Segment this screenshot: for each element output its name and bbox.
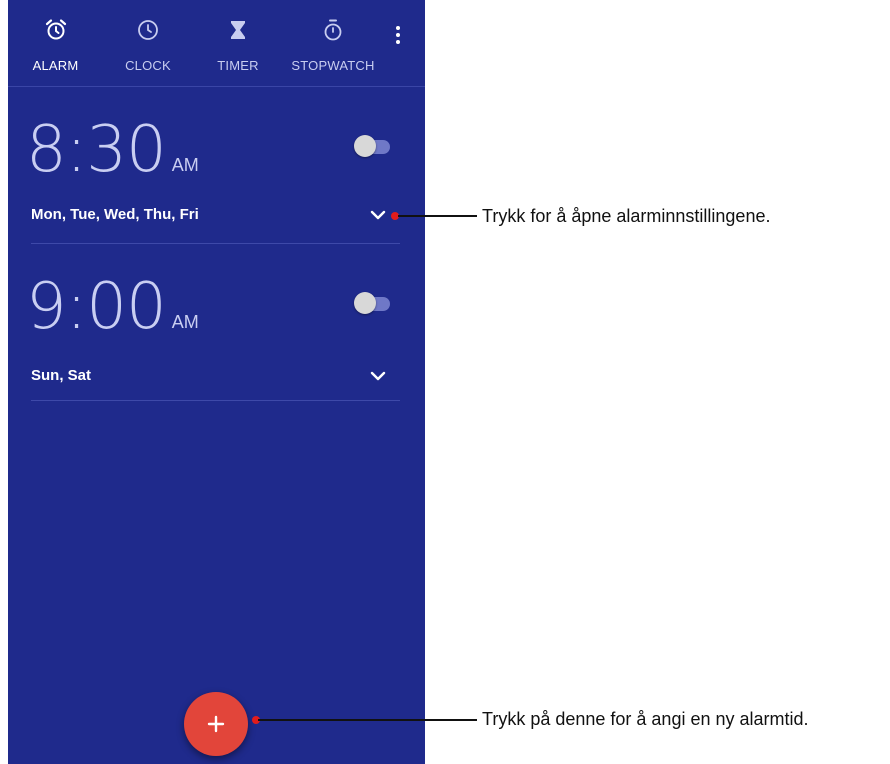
chevron-down-icon[interactable] xyxy=(368,205,388,225)
alarm-time-value: 8:30 xyxy=(26,113,167,187)
callout-line xyxy=(398,215,477,217)
tab-stopwatch-label: STOPWATCH xyxy=(291,58,375,73)
alarm-toggle[interactable] xyxy=(354,135,392,157)
add-alarm-button[interactable] xyxy=(184,692,248,756)
more-vert-icon[interactable] xyxy=(388,22,408,50)
alarm-time-value: 9:00 xyxy=(26,270,167,344)
row-divider xyxy=(31,400,400,401)
tab-alarm-label: ALARM xyxy=(32,58,79,73)
callout-line xyxy=(258,719,477,721)
alarm-days: Mon, Tue, Wed, Thu, Fri xyxy=(31,206,199,223)
alarm-time[interactable]: 9:00 AM xyxy=(26,272,199,342)
tab-clock-label: CLOCK xyxy=(125,58,171,73)
chevron-down-icon[interactable] xyxy=(368,366,388,386)
callout-expand-hint: Trykk for å åpne alarminnstillingene. xyxy=(482,206,771,226)
alarm-ampm: AM xyxy=(171,155,199,175)
plus-icon xyxy=(207,715,225,733)
alarm-item[interactable]: 9:00 AM Sun, Sat xyxy=(8,244,425,402)
tab-bar: ALARM CLOCK TIMER STOPWATCH xyxy=(8,0,425,87)
tab-timer-label: TIMER xyxy=(217,58,259,73)
alarm-toggle[interactable] xyxy=(354,292,392,314)
alarm-time[interactable]: 8:30 AM xyxy=(26,115,199,185)
clock-icon xyxy=(138,20,158,40)
tab-timer[interactable]: TIMER xyxy=(193,0,283,86)
alarm-ampm: AM xyxy=(171,312,199,332)
tab-stopwatch[interactable]: STOPWATCH xyxy=(278,0,388,86)
alarm-screen: ALARM CLOCK TIMER STOPWATCH 8:30 AM Mon,… xyxy=(8,0,425,764)
toggle-thumb xyxy=(354,135,376,157)
alarm-days: Sun, Sat xyxy=(31,367,92,384)
alarm-clock-icon xyxy=(45,19,66,40)
alarm-item[interactable]: 8:30 AM Mon, Tue, Wed, Thu, Fri xyxy=(8,87,425,245)
stopwatch-icon xyxy=(324,19,342,41)
callout-add-hint: Trykk på denne for å angi en ny alarmtid… xyxy=(482,709,809,729)
tab-clock[interactable]: CLOCK xyxy=(103,0,193,86)
hourglass-icon xyxy=(231,21,245,39)
tab-alarm[interactable]: ALARM xyxy=(8,0,103,86)
toggle-thumb xyxy=(354,292,376,314)
